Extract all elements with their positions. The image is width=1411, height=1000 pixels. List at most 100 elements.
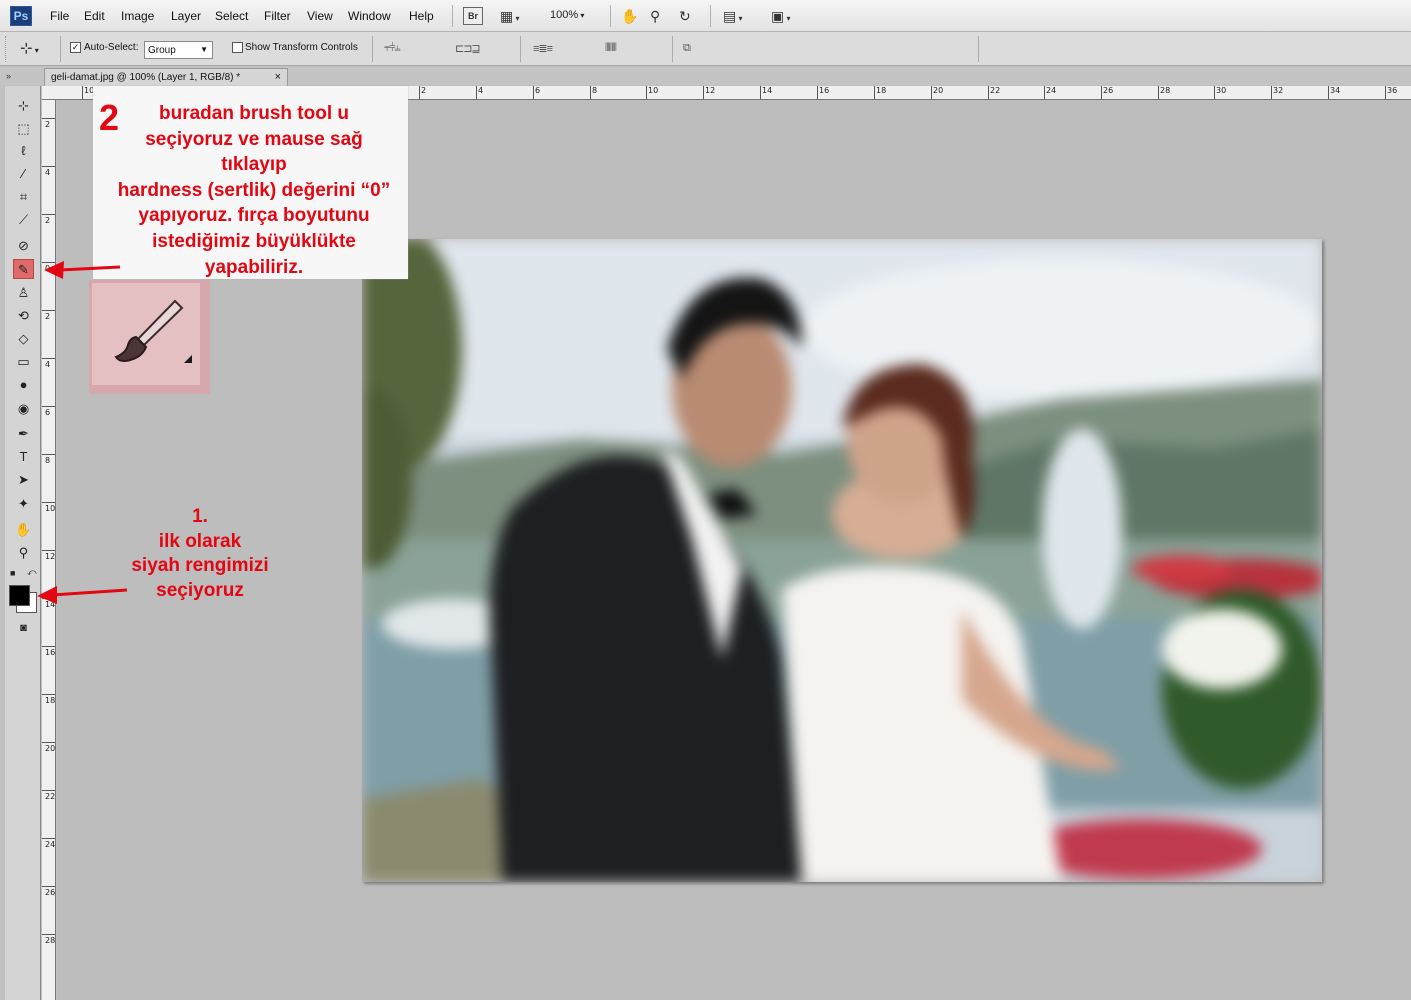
step-1-instructions: 1. ilk olarak siyah rengimizi seçiyoruz — [100, 505, 300, 603]
step-2-instructions: buradan brush tool u seçiyoruz ve mause … — [95, 101, 413, 280]
default-colors-icon[interactable]: ■ — [10, 568, 15, 578]
arrow-icon: ➤ — [18, 472, 29, 487]
brush-tool[interactable]: ✎ — [13, 259, 34, 279]
pen-icon: ✒ — [18, 426, 29, 441]
distribute-top-icon[interactable]: ≡≣≡ — [533, 42, 553, 55]
collapse-toolbox-icon[interactable]: » — [6, 71, 11, 81]
ruler-tick-line — [1328, 86, 1329, 99]
ruler-tick-line — [42, 550, 55, 551]
step-2-line: yapıyoruz. fırça boyutunu — [138, 205, 370, 227]
auto-select-checkbox[interactable]: ✓ — [70, 42, 81, 53]
magic-wand-tool[interactable]: ⁄ — [13, 164, 34, 184]
auto-align-layers-icon[interactable]: ⧉ — [683, 42, 691, 55]
ruler-tick-line — [931, 86, 932, 99]
move-icon: ⊹ — [18, 98, 29, 113]
hand-tool[interactable]: ✋ — [13, 520, 34, 540]
close-tab-icon[interactable]: × — [275, 71, 281, 83]
wedding-photo[interactable] — [362, 239, 1322, 882]
menu-help[interactable]: Help — [409, 9, 434, 23]
move-tool[interactable]: ⊹ — [13, 96, 34, 116]
magnifier-icon: ⚲ — [18, 545, 29, 560]
menu-view[interactable]: View — [307, 9, 333, 23]
screen-mode-icon[interactable]: ▣ ▾ — [771, 6, 790, 29]
eraser-icon: ◇ — [18, 331, 29, 346]
swap-colors-icon[interactable]: ⤺ — [27, 567, 37, 578]
ruler-tick: 0 — [45, 264, 51, 273]
menu-separator — [710, 5, 711, 27]
align-top-icon[interactable]: ⫧⫩⫨ — [384, 42, 401, 55]
rotate-view-icon[interactable]: ↻ — [679, 6, 691, 26]
ruler-tick-line — [817, 86, 818, 99]
menu-layer[interactable]: Layer — [171, 9, 201, 23]
quick-mask-icon[interactable]: ◙ — [13, 618, 34, 638]
marquee-tool[interactable]: ⬚ — [13, 119, 34, 139]
ruler-tick-line — [42, 886, 55, 887]
ruler-tick-line — [42, 934, 55, 935]
ruler-tick-line — [1158, 86, 1159, 99]
arrange-documents-icon[interactable]: ▤ ▾ — [723, 6, 742, 29]
menu-filter[interactable]: Filter — [264, 9, 291, 23]
view-extras-icon[interactable]: ▦ ▾ — [500, 6, 519, 29]
options-bar: ⊹ ▾ ✓ Auto-Select: Group ▼ Show Transfor… — [0, 32, 1411, 66]
ruler-tick: 24 — [45, 840, 56, 849]
menu-image[interactable]: Image — [121, 9, 154, 23]
zoom-icon[interactable]: ⚲ — [650, 6, 660, 26]
distribute-left-icon[interactable]: ⫴⫴⫴ — [605, 42, 617, 55]
ruler-tick-line — [988, 86, 989, 99]
ruler-tick-line — [1385, 86, 1386, 99]
ruler-tick-line — [874, 86, 875, 99]
history-brush-tool[interactable]: ⟲ — [13, 306, 34, 326]
blur-tool[interactable]: ● — [13, 375, 34, 395]
options-separator — [672, 36, 673, 62]
eraser-tool[interactable]: ◇ — [13, 329, 34, 349]
ruler-tick-line — [42, 598, 55, 599]
document-tab[interactable]: geli-damat.jpg @ 100% (Layer 1, RGB/8) *… — [44, 68, 288, 86]
step-2-line: seçiyoruz ve mause sağ — [145, 128, 363, 150]
menu-separator — [610, 5, 611, 27]
options-grip[interactable] — [5, 36, 8, 62]
move-tool-preset-icon[interactable]: ⊹ ▾ — [20, 39, 39, 57]
eyedropper-tool[interactable]: ⟋ — [13, 210, 34, 230]
menu-select[interactable]: Select — [215, 9, 248, 23]
stamp-icon: ♙ — [17, 285, 30, 300]
ruler-tick: 32 — [1273, 86, 1284, 95]
ruler-tick: 26 — [1103, 86, 1114, 95]
menu-window[interactable]: Window — [348, 9, 391, 23]
hand-icon: ✋ — [15, 522, 32, 537]
path-selection-tool[interactable]: ➤ — [13, 470, 34, 490]
ruler-tick: 8 — [592, 86, 598, 95]
hand-icon[interactable]: ✋ — [621, 6, 638, 26]
dodge-tool[interactable]: ◉ — [13, 399, 34, 419]
step-2-line: istediğimiz büyüklükte — [152, 230, 356, 252]
ruler-tick-line — [476, 86, 477, 99]
align-left-icon[interactable]: ⊏⊐⊒ — [455, 42, 481, 55]
ruler-tick: 36 — [1387, 86, 1398, 95]
zoom-tool[interactable]: ⚲ — [13, 543, 34, 563]
brush-icon-enlarged — [114, 299, 192, 363]
ruler-tick: 2 — [45, 216, 51, 225]
ruler-tick-line — [1214, 86, 1215, 99]
pen-tool[interactable]: ✒ — [13, 424, 34, 444]
lasso-tool[interactable]: ℓ — [13, 141, 34, 161]
ruler-tick: 16 — [819, 86, 830, 95]
bridge-button[interactable]: Br — [463, 7, 483, 25]
shape-tool[interactable]: ✦ — [13, 494, 34, 514]
menu-edit[interactable]: Edit — [84, 9, 105, 23]
options-separator — [520, 36, 521, 62]
show-transform-checkbox[interactable] — [232, 42, 243, 53]
crop-tool[interactable]: ⌗ — [13, 187, 34, 207]
ruler-tick-line — [1101, 86, 1102, 99]
type-tool[interactable]: T — [13, 447, 34, 467]
ruler-tick: 18 — [45, 696, 56, 705]
gradient-tool[interactable]: ▭ — [13, 352, 34, 372]
ruler-tick: 26 — [45, 888, 56, 897]
auto-select-dropdown[interactable]: Group ▼ — [144, 41, 213, 59]
foreground-color-swatch[interactable] — [9, 585, 30, 606]
clone-stamp-tool[interactable]: ♙ — [13, 283, 34, 303]
menu-bar: Ps File Edit Image Layer Select Filter V… — [0, 0, 1411, 32]
healing-brush-tool[interactable]: ⊘ — [13, 236, 34, 256]
ruler-tick-line — [42, 646, 55, 647]
ruler-tick: 20 — [45, 744, 56, 753]
menu-file[interactable]: File — [50, 9, 69, 23]
zoom-level[interactable]: 100% ▾ — [550, 9, 584, 21]
